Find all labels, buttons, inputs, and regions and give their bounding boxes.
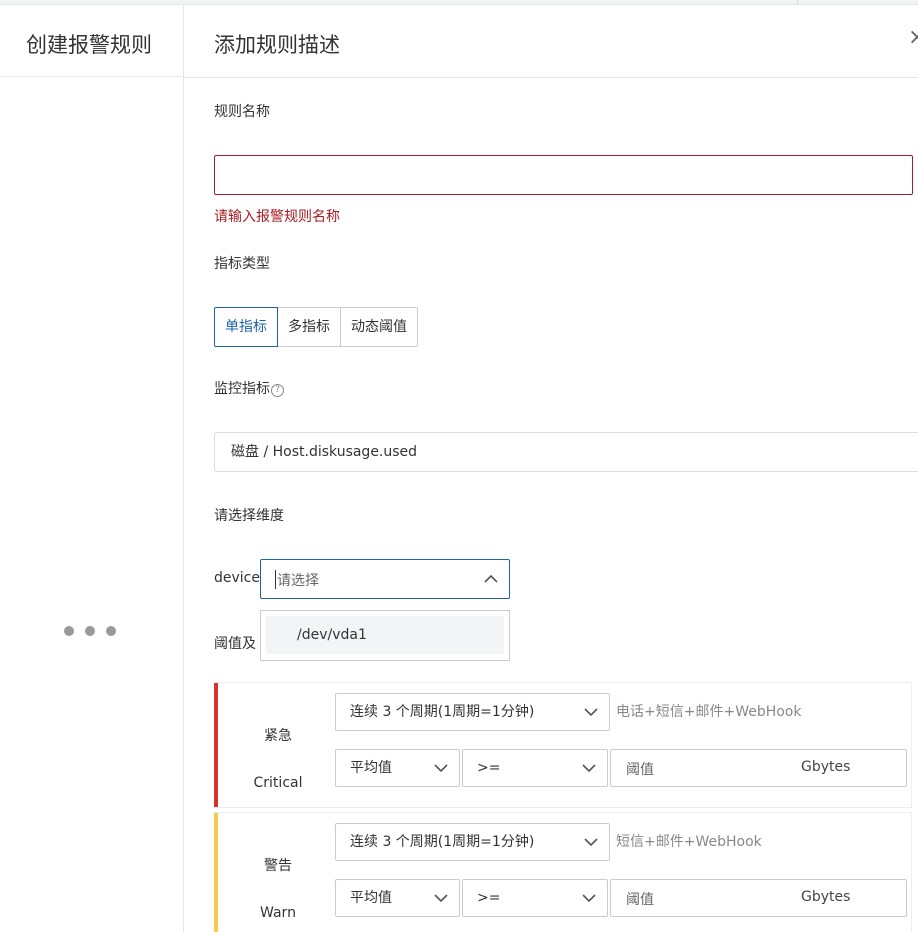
warn-operator-value: >= [477, 890, 501, 906]
warn-period-select[interactable]: 连续 3 个周期(1周期=1分钟) [335, 823, 610, 861]
drawer-title: 添加规则描述 [214, 33, 340, 57]
monitor-metric-label-text: 监控指标 [214, 381, 270, 397]
critical-stat-select[interactable]: 平均值 [335, 749, 460, 787]
warn-notify-text: 短信+邮件+WebHook [616, 834, 762, 850]
level-warn-name: 警告 [264, 858, 292, 874]
more-dots-icon [64, 626, 116, 636]
critical-stat-value: 平均值 [350, 760, 392, 776]
critical-threshold-input[interactable]: 阈值 Gbytes [610, 749, 907, 787]
device-select[interactable]: 请选择 [260, 559, 510, 599]
header-divider [184, 77, 918, 78]
device-select-placeholder: 请选择 [277, 573, 319, 589]
level-critical-name: 紧急 [264, 728, 292, 744]
critical-threshold-placeholder: 阈值 [626, 762, 654, 778]
critical-threshold-unit: Gbytes [801, 759, 851, 775]
warn-period-value: 连续 3 个周期(1周期=1分钟) [350, 834, 535, 850]
rule-drawer: 添加规则描述 × 规则名称 请输入报警规则名称 指标类型 单指标 多指标 动态阈… [184, 5, 918, 932]
critical-period-value: 连续 3 个周期(1周期=1分钟) [350, 704, 535, 720]
help-icon[interactable]: ? [271, 384, 284, 397]
metric-type-single[interactable]: 单指标 [214, 307, 278, 347]
chevron-down-icon [584, 708, 598, 717]
level-critical: 紧急 Critical 连续 3 个周期(1周期=1分钟) 电话+短信+邮件+W… [214, 682, 912, 808]
dimension-label: 请选择维度 [214, 508, 284, 524]
device-option[interactable]: /dev/vda1 [266, 616, 504, 654]
metric-type-label: 指标类型 [214, 256, 270, 272]
warn-threshold-unit: Gbytes [801, 889, 851, 905]
level-warn: 警告 Warn 连续 3 个周期(1周期=1分钟) 短信+邮件+WebHook … [214, 812, 912, 932]
critical-operator-select[interactable]: >= [462, 749, 608, 787]
warn-threshold-input[interactable]: 阈值 Gbytes [610, 879, 907, 917]
level-critical-name-en: Critical [253, 775, 303, 791]
warn-stat-select[interactable]: 平均值 [335, 879, 460, 917]
warn-stat-value: 平均值 [350, 890, 392, 906]
critical-operator-value: >= [477, 760, 501, 776]
chevron-down-icon [582, 764, 596, 773]
threshold-label: 阈值及 [214, 636, 256, 652]
text-caret [275, 570, 276, 589]
rule-name-input[interactable] [214, 155, 913, 195]
level-warn-name-en: Warn [260, 905, 296, 921]
chevron-down-icon [434, 764, 448, 773]
rule-name-label: 规则名称 [214, 104, 270, 120]
device-label: device: [214, 570, 265, 586]
monitor-metric-label: 监控指标? [214, 378, 284, 398]
chevron-down-icon [582, 894, 596, 903]
critical-notify-text: 电话+短信+邮件+WebHook [616, 704, 802, 720]
left-panel-title: 创建报警规则 [26, 33, 152, 57]
chevron-down-icon [584, 838, 598, 847]
rule-name-error: 请输入报警规则名称 [214, 209, 340, 225]
warn-operator-select[interactable]: >= [462, 879, 608, 917]
close-icon[interactable]: × [908, 27, 918, 49]
metric-type-segmented: 单指标 多指标 动态阈值 [214, 307, 418, 347]
left-panel-divider [0, 76, 184, 77]
metric-type-multi[interactable]: 多指标 [277, 307, 341, 347]
metric-type-dynamic[interactable]: 动态阈值 [340, 307, 418, 347]
chevron-up-icon [484, 574, 498, 583]
critical-period-select[interactable]: 连续 3 个周期(1周期=1分钟) [335, 693, 610, 731]
device-dropdown: /dev/vda1 [260, 610, 510, 661]
chevron-down-icon [434, 894, 448, 903]
left-panel: 创建报警规则 [0, 5, 184, 932]
monitor-metric-select[interactable]: 磁盘 / Host.diskusage.used [214, 432, 918, 472]
warn-threshold-placeholder: 阈值 [626, 892, 654, 908]
